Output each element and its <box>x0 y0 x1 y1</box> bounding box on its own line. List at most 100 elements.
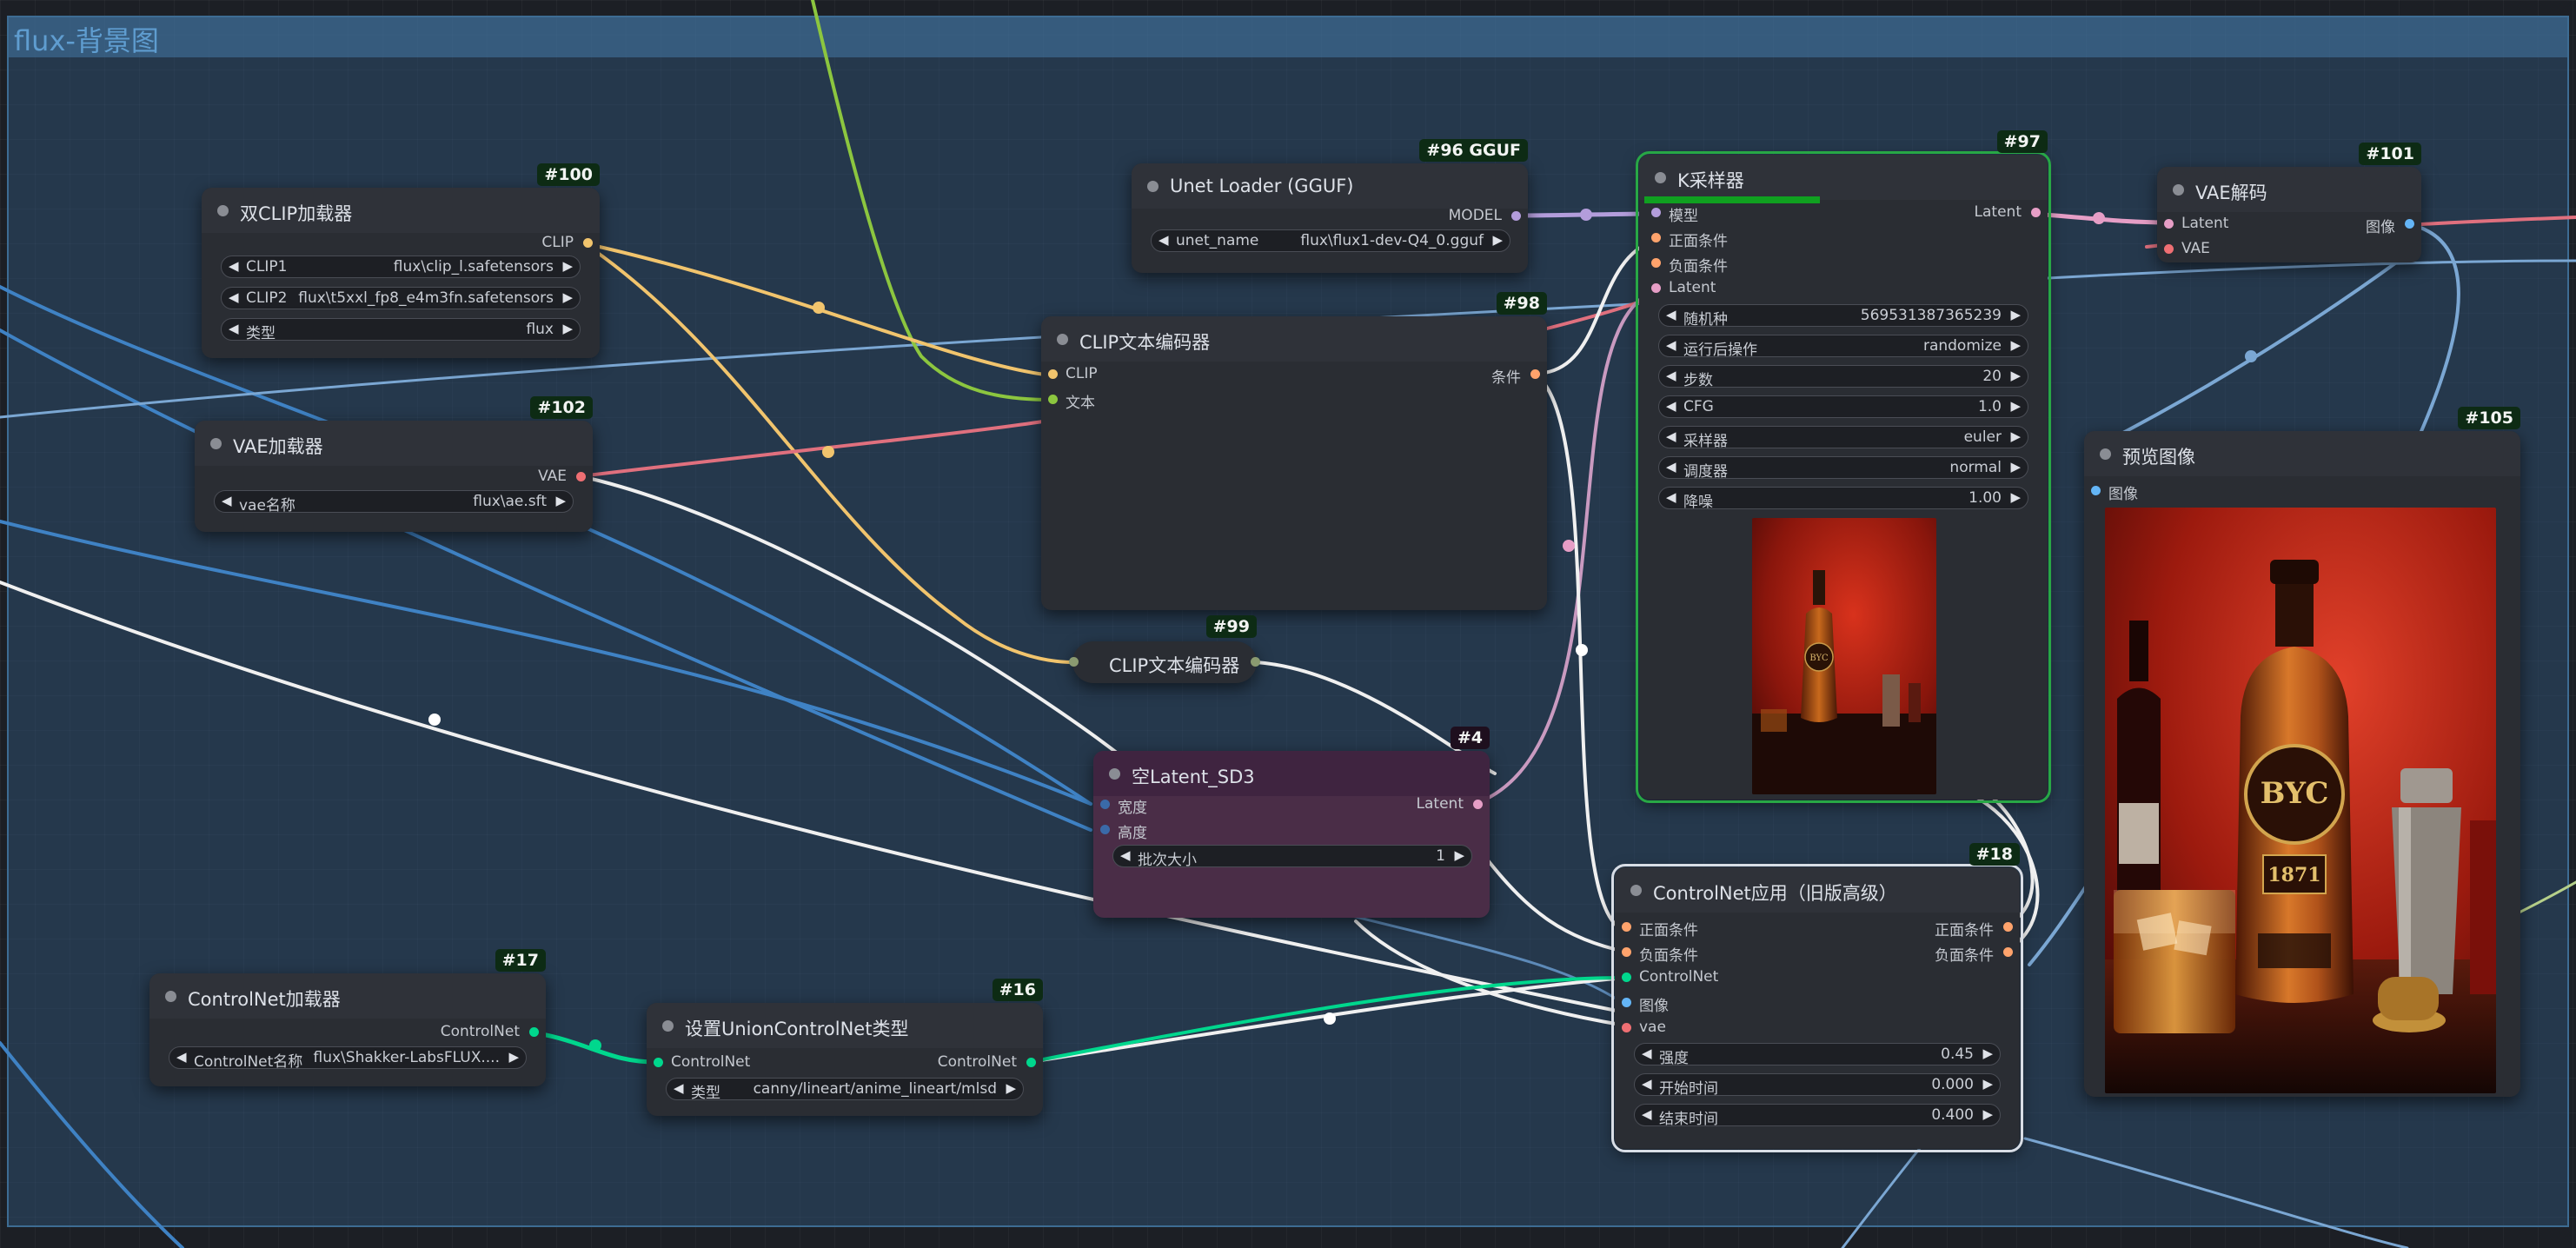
right-arrow-icon[interactable]: ▶ <box>562 258 573 274</box>
right-arrow-icon[interactable]: ▶ <box>562 321 573 336</box>
widget-union-type[interactable]: ◀ 类型 canny/lineart/anime_lineart/mlsd ▶ <box>666 1078 1024 1102</box>
output-controlnet[interactable]: ControlNet <box>938 1053 1036 1071</box>
widget-strength[interactable]: ◀ 强度 0.45 ▶ <box>1634 1043 2001 1067</box>
node-controlnet-loader[interactable]: ControlNet加载器 #17 ControlNet ◀ ControlNet… <box>149 949 546 1086</box>
widget-start-percent[interactable]: ◀ 开始时间 0.000 ▶ <box>1634 1073 2001 1098</box>
left-arrow-icon[interactable]: ◀ <box>1666 459 1676 475</box>
input-pin[interactable] <box>1069 657 1079 667</box>
input-pin[interactable] <box>1622 947 1631 957</box>
widget-sampler[interactable]: ◀ 采样器 euler ▶ <box>1658 426 2028 450</box>
node-dual-clip-loader[interactable]: 双CLIP加载器 #100 CLIP ◀ CLIP1 flux\clip_l.saf… <box>202 163 600 358</box>
output-controlnet[interactable]: ControlNet <box>441 1023 539 1040</box>
right-arrow-icon[interactable]: ▶ <box>2010 459 2021 475</box>
node-collapse-dot[interactable] <box>662 1020 674 1032</box>
right-arrow-icon[interactable]: ▶ <box>2010 337 2021 353</box>
node-clip-text-encoder-99[interactable]: CLIP文本编码器 #99 <box>1069 615 1260 683</box>
input-pin[interactable] <box>1651 233 1661 242</box>
node-preview-image[interactable]: 预览图像 #105 图像 BYC 1871 <box>2084 407 2520 1097</box>
right-arrow-icon[interactable]: ▶ <box>508 1049 519 1065</box>
preview-output-image[interactable]: BYC 1871 <box>2105 508 2496 1093</box>
input-pin[interactable] <box>1651 283 1661 293</box>
left-arrow-icon[interactable]: ◀ <box>229 258 239 274</box>
node-clip-text-encoder-98[interactable]: CLIP文本编码器 #98 CLIP 文本 条件 <box>1041 292 1547 610</box>
widget-vae-name[interactable]: ◀ vae名称 flux\ae.sft ▶ <box>214 490 574 514</box>
left-arrow-icon[interactable]: ◀ <box>1666 398 1676 414</box>
input-pin[interactable] <box>1651 258 1661 268</box>
output-latent[interactable]: Latent <box>1417 795 1483 813</box>
widget-scheduler[interactable]: ◀ 调度器 normal ▶ <box>1658 456 2028 481</box>
widget-denoise[interactable]: ◀ 降噪 1.00 ▶ <box>1658 487 2028 511</box>
input-model[interactable]: 模型 <box>1651 203 1698 225</box>
node-collapse-dot[interactable] <box>210 438 222 449</box>
output-pin[interactable] <box>2003 922 2013 932</box>
output-pin[interactable] <box>2031 208 2041 217</box>
input-positive[interactable]: 正面条件 <box>1651 229 1728 250</box>
input-latent[interactable]: Latent <box>1651 279 1716 296</box>
output-pin[interactable] <box>1473 800 1483 809</box>
widget-seed[interactable]: ◀ 随机种 569531387365239 ▶ <box>1658 304 2028 329</box>
right-arrow-icon[interactable]: ▶ <box>1492 232 1503 248</box>
widget-unet-name[interactable]: ◀ unet_name flux\flux1-dev-Q4_0.gguf ▶ <box>1151 229 1510 252</box>
right-arrow-icon[interactable]: ▶ <box>2010 428 2021 444</box>
left-arrow-icon[interactable]: ◀ <box>1666 489 1676 505</box>
input-clip[interactable]: CLIP <box>1048 365 1098 382</box>
widget-clip2[interactable]: ◀ CLIP2 flux\t5xxl_fp8_e4m3fn.safetensors ▶ <box>221 287 581 309</box>
left-arrow-icon[interactable]: ◀ <box>222 493 232 508</box>
input-controlnet[interactable]: ControlNet <box>654 1053 750 1071</box>
right-arrow-icon[interactable]: ▶ <box>1982 1076 1993 1092</box>
left-arrow-icon[interactable]: ◀ <box>229 289 239 305</box>
output-negative[interactable]: 负面条件 <box>1935 943 2013 965</box>
output-pin[interactable] <box>2003 947 2013 957</box>
input-text[interactable]: 文本 <box>1048 390 1095 412</box>
left-arrow-icon[interactable]: ◀ <box>229 321 239 336</box>
left-arrow-icon[interactable]: ◀ <box>674 1080 684 1096</box>
widget-type[interactable]: ◀ 类型 flux ▶ <box>221 318 581 342</box>
node-collapse-dot[interactable] <box>1057 334 1068 345</box>
input-negative[interactable]: 负面条件 <box>1622 943 1698 965</box>
right-arrow-icon[interactable]: ▶ <box>1006 1080 1016 1096</box>
input-width[interactable]: 宽度 <box>1100 795 1147 817</box>
input-pin[interactable] <box>2091 486 2101 495</box>
input-pin[interactable] <box>1100 800 1110 809</box>
output-vae[interactable]: VAE <box>538 468 586 485</box>
input-negative[interactable]: 负面条件 <box>1651 254 1728 275</box>
left-arrow-icon[interactable]: ◀ <box>1120 847 1131 863</box>
widget-clip1[interactable]: ◀ CLIP1 flux\clip_l.safetensors ▶ <box>221 256 581 278</box>
left-arrow-icon[interactable]: ◀ <box>1642 1076 1652 1092</box>
output-pin[interactable] <box>1511 211 1521 221</box>
input-pin[interactable] <box>2164 244 2174 254</box>
right-arrow-icon[interactable]: ▶ <box>1454 847 1464 863</box>
input-image[interactable]: 图像 <box>1622 993 1669 1015</box>
widget-controlnet-name[interactable]: ◀ ControlNet名称 flux\Shakker-LabsFLUX.... ▶ <box>169 1046 527 1071</box>
output-pin[interactable] <box>583 238 593 248</box>
input-pin[interactable] <box>1622 1023 1631 1032</box>
node-collapse-dot[interactable] <box>1655 172 1666 183</box>
right-arrow-icon[interactable]: ▶ <box>2010 489 2021 505</box>
node-collapse-dot[interactable] <box>165 991 176 1002</box>
node-collapse-dot[interactable] <box>1109 768 1120 780</box>
widget-end-percent[interactable]: ◀ 结束时间 0.400 ▶ <box>1634 1104 2001 1128</box>
input-controlnet[interactable]: ControlNet <box>1622 968 1718 986</box>
node-graph-canvas[interactable]: flux-背景图 双CLIP加载器 #100 CLIP ◀ CLIP1 flux… <box>0 0 2576 1248</box>
input-pin[interactable] <box>1100 825 1110 834</box>
widget-cfg[interactable]: ◀ CFG 1.0 ▶ <box>1658 395 2028 418</box>
input-positive[interactable]: 正面条件 <box>1622 918 1698 939</box>
node-empty-latent-sd3[interactable]: 空Latent_SD3 #4 宽度 高度 Latent ◀ 批次大小 1 ▶ <box>1093 727 1490 918</box>
node-vae-loader[interactable]: VAE加载器 #102 VAE ◀ vae名称 flux\ae.sft ▶ <box>195 396 593 532</box>
output-pin[interactable] <box>576 472 586 481</box>
widget-control-after-generate[interactable]: ◀ 运行后操作 randomize ▶ <box>1658 335 2028 359</box>
input-pin[interactable] <box>1622 922 1631 932</box>
left-arrow-icon[interactable]: ◀ <box>1666 307 1676 322</box>
node-collapse-dot[interactable] <box>1147 181 1159 192</box>
output-pin[interactable] <box>2405 219 2414 229</box>
input-pin[interactable] <box>1622 973 1631 982</box>
left-arrow-icon[interactable]: ◀ <box>1159 232 1169 248</box>
node-collapse-dot[interactable] <box>2100 448 2111 460</box>
right-arrow-icon[interactable]: ▶ <box>2010 398 2021 414</box>
input-pin[interactable] <box>1048 369 1058 379</box>
right-arrow-icon[interactable]: ▶ <box>1982 1046 1993 1061</box>
node-vae-decode[interactable]: VAE解码 #101 Latent VAE 图像 <box>2157 143 2421 262</box>
node-set-union-controlnet-type[interactable]: 设置UnionControlNet类型 #16 ControlNet Contr… <box>647 979 1043 1116</box>
output-latent[interactable]: Latent <box>1975 203 2041 221</box>
widget-steps[interactable]: ◀ 步数 20 ▶ <box>1658 365 2028 389</box>
